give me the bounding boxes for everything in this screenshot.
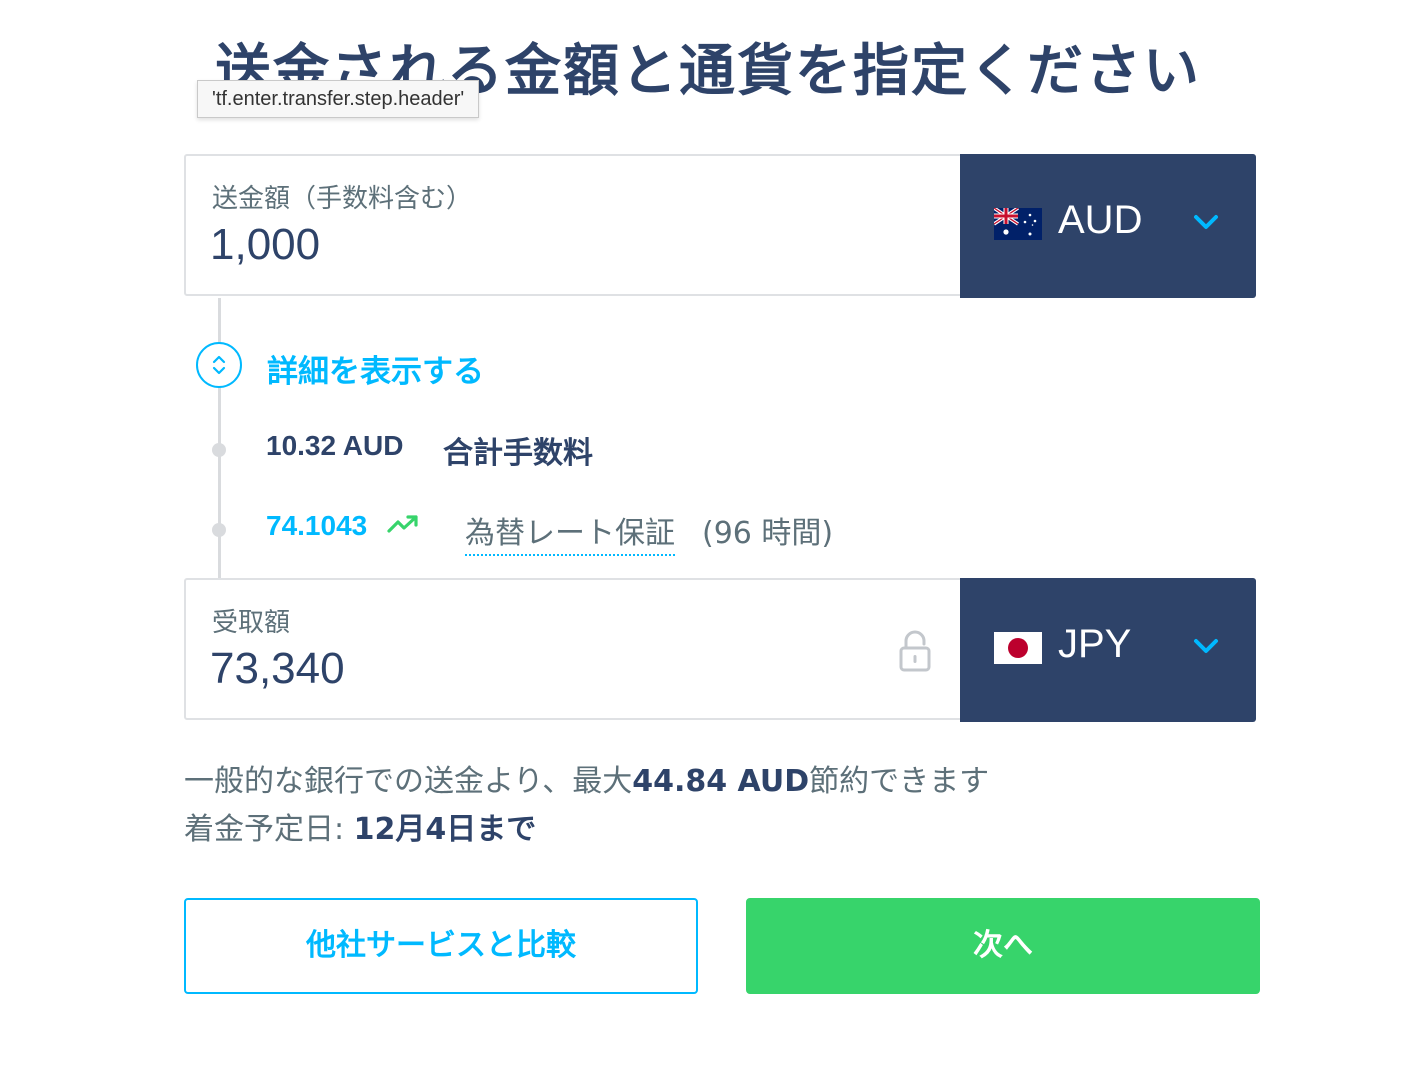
receive-amount-label: 受取額 [212,608,291,638]
send-amount-label: 送金額（手数料含む） [212,184,473,214]
expand-details-button[interactable] [196,342,242,388]
compare-services-button[interactable]: 他社サービスと比較 [184,898,698,994]
chevron-down-icon [1194,639,1218,653]
arrival-text: 着金予定日: 12月4日まで [184,804,536,848]
show-details-link[interactable]: 詳細を表示する [267,346,484,391]
timeline-dot [212,443,226,457]
exchange-rate-value: 74.1043 [266,510,368,541]
chevron-down-icon [1194,215,1218,229]
send-amount-input[interactable]: 1,000 [210,220,320,270]
arrival-date: 12月4日まで [353,812,537,847]
japan-flag-icon [994,632,1042,664]
fee-label: 合計手数料 [443,436,593,471]
next-button[interactable]: 次へ [746,898,1260,994]
savings-suffix: 節約できます [809,764,990,799]
send-currency-code: AUD [1058,198,1143,242]
receive-currency-code: JPY [1058,622,1132,666]
timeline-dot [212,523,226,537]
fee-amount: 10.32 AUD [266,430,404,461]
send-amount-field[interactable]: 送金額（手数料含む） 1,000 AUD [184,154,1256,298]
receive-amount-input[interactable]: 73,340 [210,644,345,694]
savings-prefix: 一般的な銀行での送金より、最大 [184,764,633,799]
trending-up-icon [387,515,418,533]
send-currency-select[interactable]: AUD [960,154,1256,298]
receive-amount-field[interactable]: 受取額 73,340 JPY [184,578,1256,722]
australia-flag-icon [994,208,1042,240]
savings-text: 一般的な銀行での送金より、最大44.84 AUD節約できます [184,756,989,800]
savings-amount: 44.84 AUD [632,764,810,799]
arrival-prefix: 着金予定日: [184,812,354,847]
lock-open-icon[interactable] [898,630,932,674]
tooltip: 'tf.enter.transfer.step.header' [197,80,480,118]
expand-collapse-icon [212,355,226,375]
rate-guarantee-link[interactable]: 為替レート保証 [465,508,675,556]
receive-currency-select[interactable]: JPY [960,578,1256,722]
rate-guarantee-hours: (96 時間) [702,516,834,551]
